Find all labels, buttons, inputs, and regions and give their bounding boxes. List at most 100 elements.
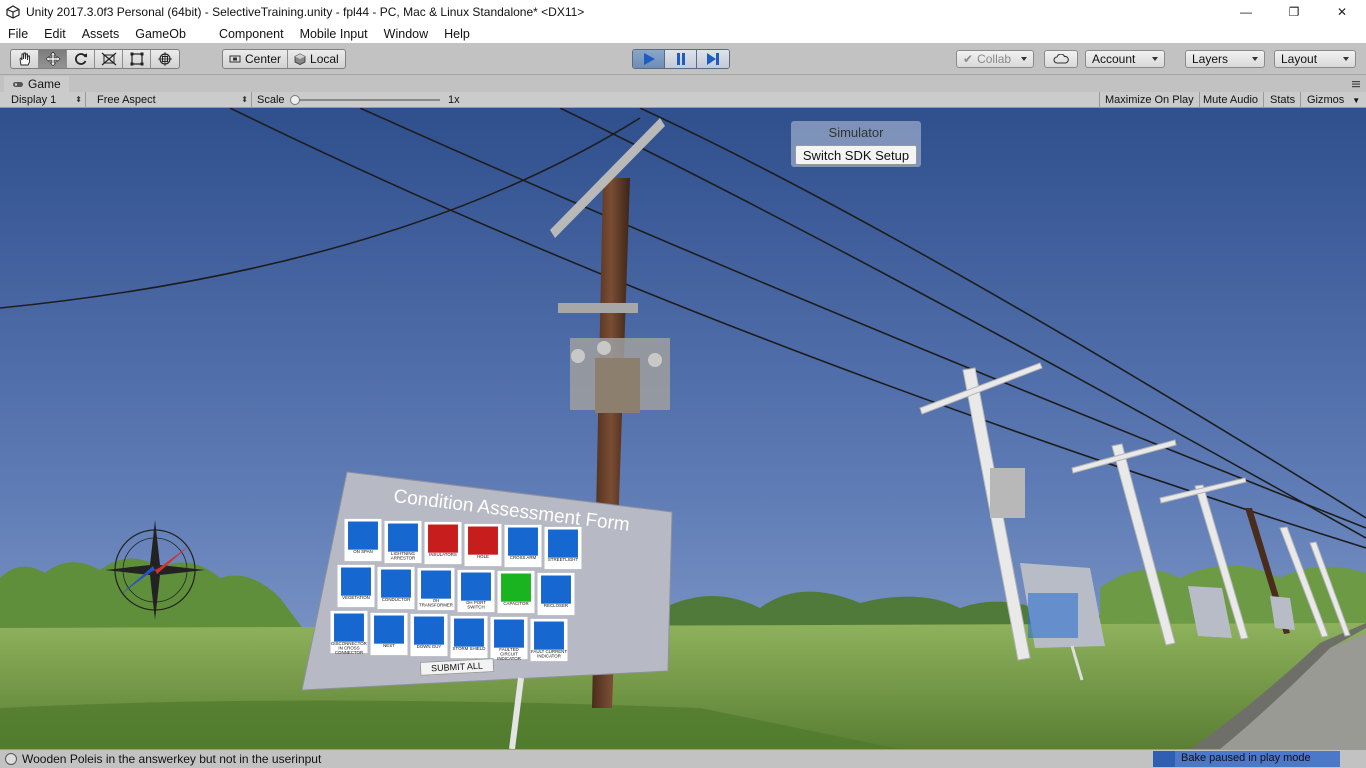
rect-tool-button[interactable] — [123, 50, 151, 68]
maximize-button[interactable]: ❐ — [1270, 0, 1318, 24]
card-label: CROSS ARM — [509, 555, 537, 561]
layout-dropdown[interactable]: Layout — [1274, 50, 1356, 68]
cloud-button[interactable] — [1044, 50, 1078, 68]
move-icon — [45, 52, 60, 66]
menu-help[interactable]: Help — [436, 27, 478, 41]
condition-card[interactable]: VEGETATION — [337, 564, 375, 608]
card-label: ON SPAN — [353, 549, 373, 555]
card-image — [541, 575, 571, 604]
menu-mobile-input[interactable]: Mobile Input — [292, 27, 376, 41]
card-label: DISCONNECTOR IN CROSS CONNECTOR — [331, 641, 367, 656]
card-image — [501, 573, 531, 602]
play-button[interactable] — [633, 50, 665, 68]
tab-game[interactable]: Game — [4, 76, 69, 92]
chevron-down-icon — [1252, 57, 1258, 61]
stats-toggle[interactable]: Stats — [1265, 92, 1302, 108]
card-label: HOLE — [477, 554, 489, 560]
switch-sdk-setup-button[interactable]: Switch SDK Setup — [795, 145, 917, 165]
card-label: FAULTED CIRCUIT INDICATOR — [497, 647, 521, 662]
minimize-button[interactable]: — — [1222, 0, 1270, 24]
bake-progress-fill — [1153, 751, 1176, 767]
hand-tool-button[interactable] — [11, 50, 39, 68]
condition-card[interactable]: CAPACITOR — [497, 570, 535, 614]
step-button[interactable] — [697, 50, 729, 68]
collab-dropdown[interactable]: ✔ Collab — [956, 50, 1034, 68]
rect-icon — [130, 52, 143, 66]
scale-label: Scale — [257, 94, 285, 106]
close-icon: ✕ — [1336, 5, 1348, 19]
window-title: Unity 2017.3.0f3 Personal (64bit) - Sele… — [26, 5, 585, 19]
step-icon — [707, 53, 719, 65]
layers-dropdown[interactable]: Layers — [1185, 50, 1265, 68]
scale-slider-thumb[interactable] — [290, 95, 300, 105]
status-bar: Wooden Poleis in the answerkey but not i… — [0, 749, 1366, 768]
condition-card[interactable]: ON SPAN — [344, 518, 382, 562]
tab-game-label: Game — [28, 77, 61, 91]
chevron-down-icon: ▼ — [1352, 95, 1361, 105]
condition-card[interactable]: LIGHTNING ARRESTOR — [384, 520, 422, 563]
pivot-local-button[interactable]: Local — [288, 50, 345, 68]
condition-card[interactable]: STREETLIGHT — [544, 526, 582, 569]
condition-card[interactable]: DOWN GUY — [410, 613, 448, 657]
move-tool-button[interactable] — [39, 50, 67, 68]
condition-card[interactable]: STORM SHIELD — [450, 615, 488, 658]
aspect-dropdown[interactable]: Free Aspect ⬍ — [92, 92, 252, 108]
condition-card[interactable]: OH TRANSFORMER — [417, 567, 455, 611]
card-label: OH PORT SWITCH — [466, 600, 486, 610]
updown-arrow-icon: ⬍ — [75, 95, 82, 104]
stats-label: Stats — [1270, 94, 1296, 106]
rotate-tool-button[interactable] — [67, 50, 95, 68]
aspect-label: Free Aspect — [97, 94, 156, 106]
card-image — [381, 569, 411, 598]
card-image — [334, 613, 364, 642]
menu-gameobject[interactable]: GameOb — [127, 27, 194, 41]
mute-audio-label: Mute Audio — [1203, 94, 1259, 106]
card-image — [388, 523, 418, 552]
maximize-icon: ❐ — [1288, 5, 1300, 19]
close-button[interactable]: ✕ — [1318, 0, 1366, 24]
condition-card[interactable]: CONDUCTOR — [377, 566, 415, 609]
playback-controls — [632, 49, 730, 69]
card-image — [454, 618, 484, 647]
condition-card[interactable]: RECLOSER — [537, 572, 575, 615]
scale-icon — [101, 52, 116, 66]
status-message[interactable]: Wooden Poleis in the answerkey but not i… — [22, 752, 321, 766]
condition-card[interactable]: FAULT CURRENT INDICATOR — [530, 618, 568, 661]
menu-edit[interactable]: Edit — [36, 27, 74, 41]
card-image — [508, 527, 538, 556]
card-image — [468, 526, 498, 555]
minimize-icon: — — [1240, 5, 1252, 19]
card-label: CONDUCTOR — [381, 597, 411, 603]
condition-card[interactable]: NEST — [370, 612, 408, 655]
card-image — [461, 572, 491, 601]
game-view[interactable]: Simulator Switch SDK Setup Condition Ass… — [0, 108, 1366, 749]
maximize-on-play-toggle[interactable]: Maximize On Play — [1099, 92, 1200, 108]
condition-card[interactable]: CROSS ARM — [504, 524, 542, 568]
condition-card[interactable]: FAULTED CIRCUIT INDICATOR — [490, 616, 528, 662]
tab-menu-icon[interactable] — [1352, 80, 1360, 88]
card-image — [374, 615, 404, 644]
condition-card[interactable]: INSULATORS — [424, 521, 462, 565]
card-label: VEGETATION — [342, 595, 370, 601]
main-toolbar: Center Local ✔ Collab Account Layers Lay… — [0, 43, 1366, 75]
scale-tool-button[interactable] — [95, 50, 123, 68]
menu-assets[interactable]: Assets — [74, 27, 128, 41]
menu-component[interactable]: Component — [211, 27, 292, 41]
gizmos-dropdown[interactable]: Gizmos ▼ — [1302, 92, 1365, 108]
gizmos-label: Gizmos — [1307, 94, 1345, 106]
menu-file[interactable]: File — [0, 27, 36, 41]
display-dropdown[interactable]: Display 1 ⬍ — [6, 92, 86, 108]
scale-slider-track[interactable] — [292, 99, 440, 101]
account-dropdown[interactable]: Account — [1085, 50, 1165, 68]
collab-label: Collab — [977, 52, 1012, 66]
pause-button[interactable] — [665, 50, 697, 68]
condition-card[interactable]: OH PORT SWITCH — [457, 569, 495, 612]
mute-audio-toggle[interactable]: Mute Audio — [1198, 92, 1265, 108]
transform-tool-button[interactable] — [151, 50, 179, 68]
play-icon — [643, 53, 655, 65]
menu-window[interactable]: Window — [376, 27, 436, 41]
condition-card[interactable]: HOLE — [464, 523, 502, 566]
pivot-center-button[interactable]: Center — [223, 50, 289, 68]
card-image — [414, 616, 444, 645]
condition-card[interactable]: DISCONNECTOR IN CROSS CONNECTOR — [330, 610, 368, 656]
